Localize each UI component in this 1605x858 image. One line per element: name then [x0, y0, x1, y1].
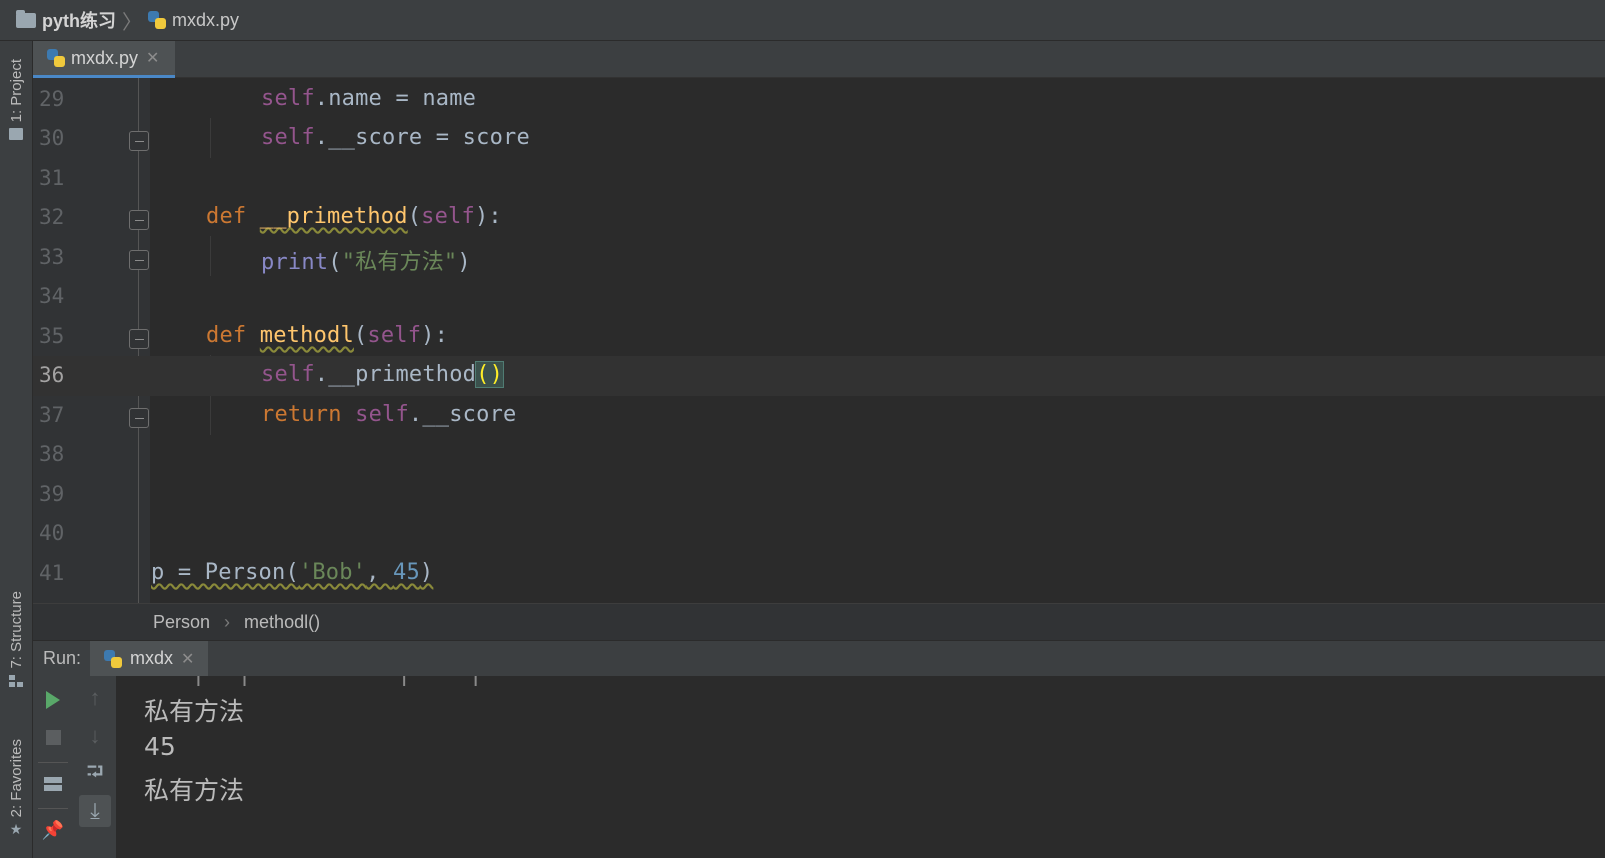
chevron-right-icon: › — [224, 611, 231, 632]
structure-tab-label: 7: Structure — [7, 591, 25, 669]
favorites-tab-label: 2: Favorites — [7, 739, 25, 818]
line-number: 40 — [39, 521, 65, 545]
code-line: 41 p = Person('Bob', 45) — [33, 554, 1605, 594]
scope-breadcrumb: Person › methodl() — [33, 603, 1605, 640]
console-line: 私有方法 — [144, 697, 245, 726]
python-file-icon — [47, 49, 65, 67]
breadcrumb-file[interactable]: mxdx.py — [148, 10, 239, 31]
python-icon — [104, 649, 122, 668]
folder-icon — [9, 128, 23, 141]
console-line: 私有方法 — [144, 776, 245, 805]
stop-icon — [45, 729, 61, 745]
arrow-down-icon: ↓ — [89, 723, 101, 748]
code-text: print("私有方法") — [261, 250, 471, 275]
navigation-bar: pyth练习 〉 mxdx.py — [0, 0, 1605, 41]
project-tab-label: 1: Project — [7, 59, 25, 123]
code-text: def methodl(self): — [206, 323, 449, 348]
line-number: 32 — [39, 205, 65, 229]
favorites-tool-tab[interactable]: 2: Favorites ★ — [4, 739, 28, 838]
line-number: 33 — [39, 245, 65, 269]
pin-icon: 📌 — [41, 819, 65, 840]
toolbar-separator — [38, 808, 68, 809]
structure-icon — [9, 674, 23, 687]
code-text: return self.__score — [261, 402, 517, 427]
code-text: self.__score = score — [261, 125, 530, 150]
folder-icon — [16, 9, 36, 28]
layout-icon — [44, 777, 62, 791]
breadcrumb-project[interactable]: pyth练习 — [16, 7, 116, 33]
rerun-button[interactable] — [39, 686, 67, 714]
code-line: 29 self.name = name — [33, 80, 1605, 120]
soft-wrap-button[interactable]: ⮒ — [81, 759, 109, 788]
code-line: 38 — [33, 435, 1605, 475]
line-number: 30 — [39, 126, 65, 150]
run-label: Run: — [43, 648, 82, 668]
project-tool-tab[interactable]: 1: Project — [4, 59, 28, 141]
breadcrumb-separator: 〉 — [122, 11, 142, 34]
editor-tab-mxdx[interactable]: mxdx.py ✕ — [33, 41, 175, 78]
line-number: 41 — [39, 561, 65, 585]
layout-button[interactable] — [39, 770, 67, 798]
run-tab-mxdx[interactable]: mxdx ✕ — [90, 640, 209, 677]
line-number: 31 — [39, 166, 65, 190]
line-number: 29 — [39, 87, 65, 111]
star-icon: ★ — [9, 821, 23, 838]
toolbar-separator — [38, 762, 68, 763]
fold-end-icon[interactable] — [129, 250, 149, 270]
code-line: 32 def __primethod(self): — [33, 198, 1605, 238]
line-number: 36 — [39, 363, 65, 387]
line-number: 38 — [39, 442, 65, 466]
fold-end-icon[interactable] — [129, 131, 149, 151]
code-line: 35 def methodl(self): — [33, 317, 1605, 357]
code-line: 30 self.__score = score — [33, 119, 1605, 159]
editor-tab-bar: mxdx.py ✕ — [33, 41, 1605, 78]
code-text: p = Person('Bob', 45) — [151, 560, 434, 585]
fold-start-icon[interactable] — [129, 210, 149, 230]
run-console[interactable]: ▔ ▏▔▔▏ ▔ ▔ ▔ ▔ ▏ ▔ ▔ ▏▔ ▔ 私有方法 45 私有方法 — [117, 676, 1605, 858]
scroll-to-end-icon: ⤓ — [90, 798, 100, 823]
python-file-icon — [148, 11, 166, 29]
line-number: 34 — [39, 284, 65, 308]
console-line: 45 — [144, 732, 176, 761]
structure-tool-tab[interactable]: 7: Structure — [4, 591, 28, 687]
code-line: 37 return self.__score — [33, 396, 1605, 436]
code-line: 34 — [33, 277, 1605, 317]
scroll-to-end-button[interactable]: ⤓ — [79, 795, 111, 827]
matched-brackets: () — [475, 361, 505, 388]
scope-method[interactable]: methodl() — [244, 612, 320, 633]
code-line: 31 — [33, 159, 1605, 199]
console-line-partial: ▔ ▏▔▔▏ ▔ ▔ ▔ ▔ ▏ ▔ ▔ ▏▔ ▔ — [144, 676, 534, 686]
code-editor[interactable]: 29 self.name = name 30 self.__score = sc… — [33, 78, 1605, 603]
line-number: 35 — [39, 324, 65, 348]
line-number: 37 — [39, 403, 65, 427]
left-tool-strip: 1: Project 7: Structure 2: Favorites ★ — [0, 41, 33, 858]
run-toolbar: 📌 ↑ ↓ ⮒ ⤓ — [33, 676, 117, 858]
play-icon — [46, 691, 60, 709]
code-text: def __primethod(self): — [206, 204, 502, 229]
run-tab-label: mxdx — [130, 648, 174, 668]
code-line: 39 — [33, 475, 1605, 515]
up-stack-button[interactable]: ↑ — [81, 684, 109, 712]
run-tool-header: Run: mxdx ✕ — [33, 640, 1605, 677]
code-line: 33 print("私有方法") — [33, 238, 1605, 278]
fold-start-icon[interactable] — [129, 329, 149, 349]
breadcrumb-project-label: pyth练习 — [42, 11, 116, 31]
stop-button[interactable] — [39, 723, 67, 751]
code-line: 40 — [33, 514, 1605, 554]
arrow-up-icon: ↑ — [89, 685, 101, 710]
soft-wrap-icon: ⮒ — [86, 759, 104, 784]
fold-end-icon[interactable] — [129, 408, 149, 428]
code-text: self.name = name — [261, 86, 477, 111]
scope-class[interactable]: Person — [153, 612, 210, 633]
code-text: self.__primethod() — [261, 361, 505, 388]
close-tab-icon[interactable]: ✕ — [146, 48, 159, 68]
editor-tab-label: mxdx.py — [71, 47, 139, 68]
close-run-tab-icon[interactable]: ✕ — [181, 649, 194, 669]
pin-tab-button[interactable]: 📌 — [39, 816, 67, 844]
breadcrumb-file-label: mxdx.py — [172, 9, 240, 30]
code-line-current: 36 self.__primethod() — [33, 356, 1605, 396]
line-number: 39 — [39, 482, 65, 506]
down-stack-button[interactable]: ↓ — [81, 722, 109, 750]
